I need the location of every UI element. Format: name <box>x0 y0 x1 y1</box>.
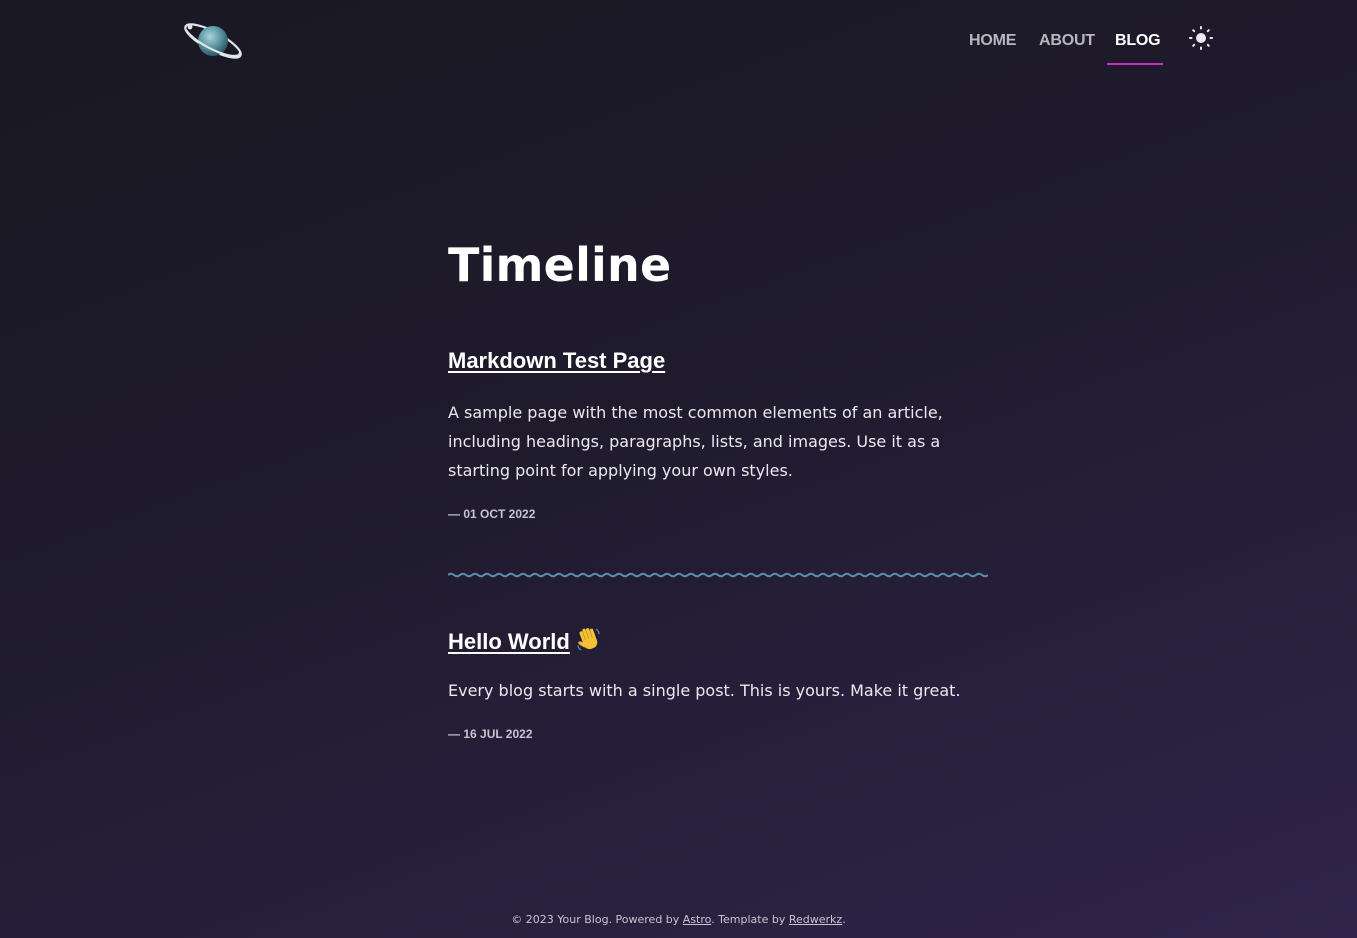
footer-redwerkz-link[interactable]: Redwerkz <box>789 913 842 926</box>
post-title-text: Markdown Test Page <box>448 348 666 373</box>
nav-about-link[interactable]: ABOUT <box>1039 32 1095 50</box>
footer-text-suffix: . <box>842 913 846 926</box>
footer: © 2023 Your Blog. Powered by Astro. Temp… <box>0 913 1357 926</box>
post-date: — 16 JUL 2022 <box>448 727 533 741</box>
page-title: Timeline <box>448 238 672 292</box>
post-description: A sample page with the most common eleme… <box>448 403 943 480</box>
footer-text: © 2023 Your Blog. Powered by <box>511 913 680 926</box>
post-title-link[interactable]: Hello World <box>448 626 602 655</box>
post-item: Markdown Test Page A sample page with th… <box>448 348 988 521</box>
footer-astro-link[interactable]: Astro <box>683 913 711 926</box>
waving-hand-icon <box>577 628 600 651</box>
post-description: Every blog starts with a single post. Th… <box>448 681 961 700</box>
nav-active-indicator <box>1107 63 1163 65</box>
nav-blog-link[interactable]: BLOG <box>1115 32 1161 50</box>
post-title-link[interactable]: Markdown Test Page <box>448 348 665 374</box>
post-title-text: Hello World <box>448 629 570 654</box>
wavy-divider <box>448 572 988 578</box>
post-item: Hello World Every blog starts with a sin… <box>448 626 988 741</box>
post-date: — 01 OCT 2022 <box>448 507 536 521</box>
planet-logo-icon[interactable] <box>180 18 246 64</box>
footer-text-middle: . Template by <box>711 913 786 926</box>
nav-home-link[interactable]: HOME <box>969 32 1016 50</box>
sun-icon[interactable] <box>1188 25 1214 51</box>
